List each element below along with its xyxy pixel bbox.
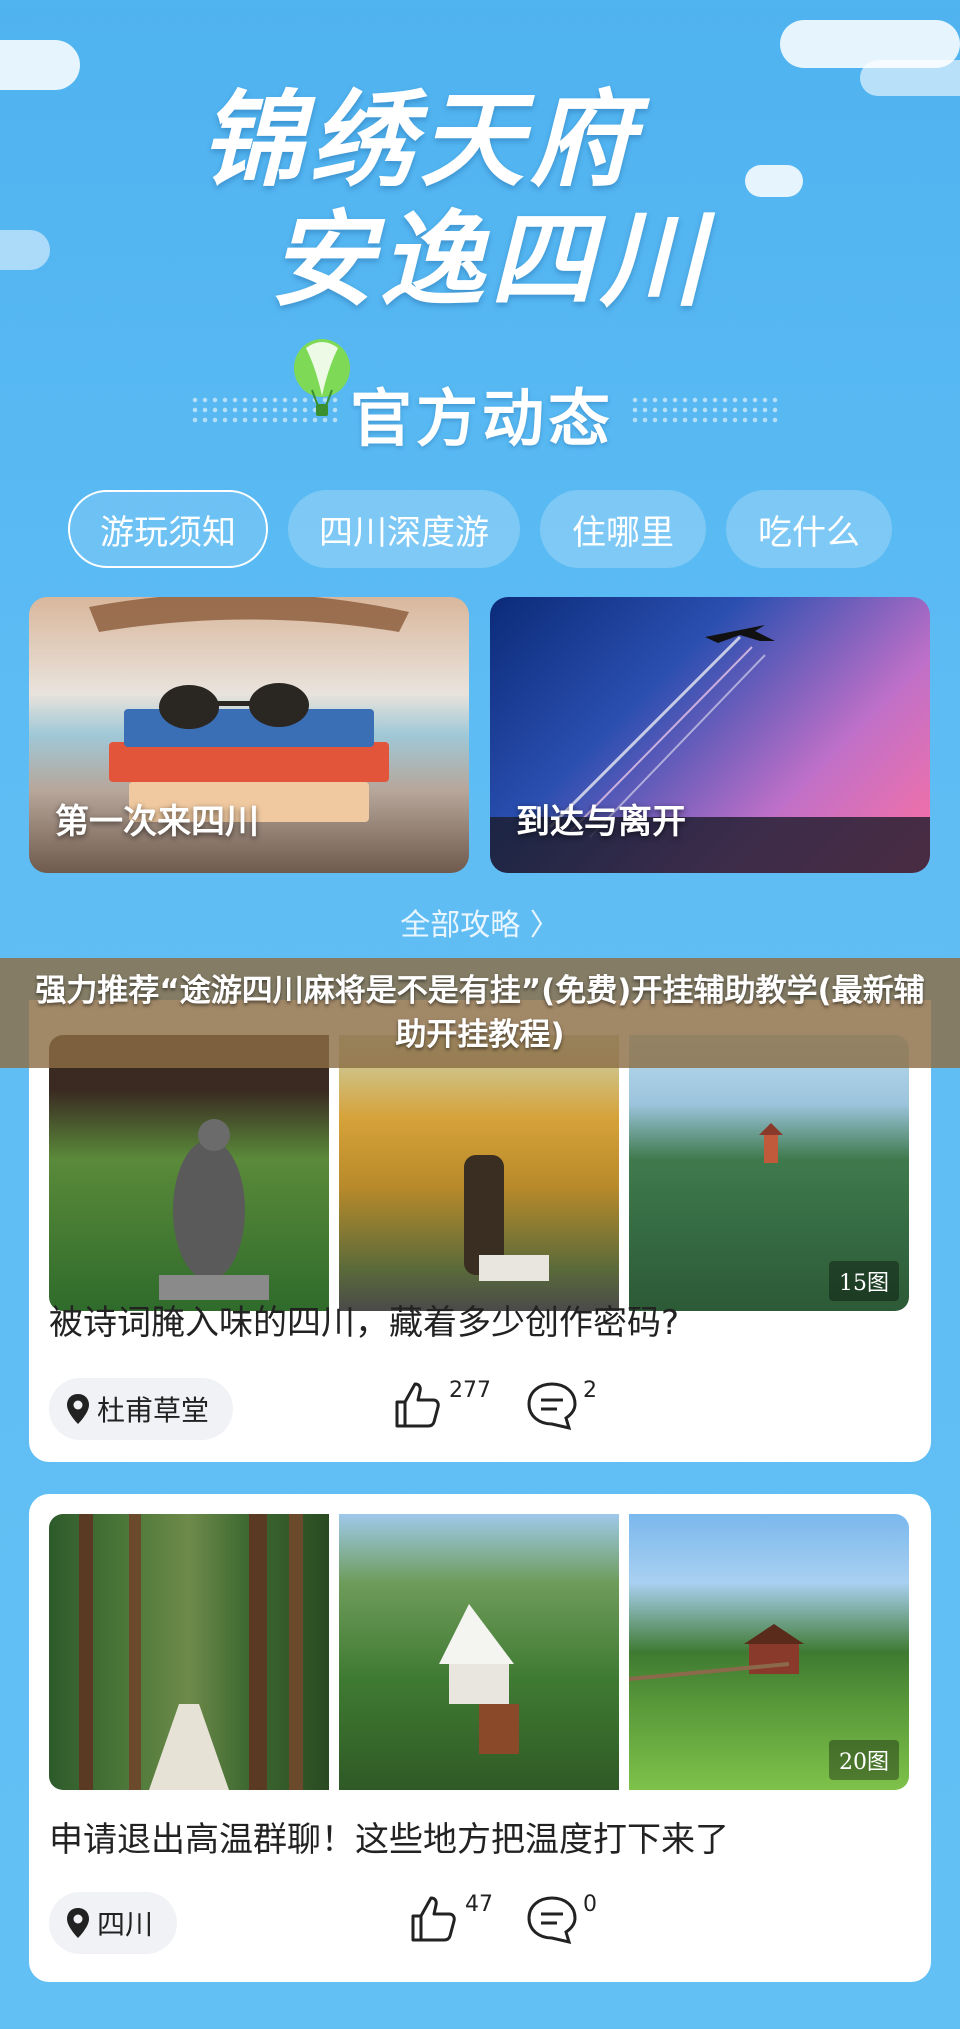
tree-illustration	[464, 1155, 549, 1281]
poet-statue-photo	[49, 1035, 329, 1311]
comment-bubble-icon	[527, 1896, 577, 1945]
cloud-decoration	[0, 40, 80, 90]
official-news-title: 官方动态	[350, 382, 615, 455]
dots-decoration	[630, 395, 780, 425]
like-button[interactable]: 47	[407, 1892, 493, 1946]
forest-path-photo	[49, 1514, 329, 1790]
arrive-leave-card[interactable]: 到达与离开	[490, 597, 930, 873]
location-tag[interactable]: 杜甫草堂	[49, 1378, 234, 1440]
location-label: 四川	[97, 1908, 154, 1941]
cloud-decoration	[860, 60, 960, 96]
post-title[interactable]: 被诗词腌入味的四川，藏着多少创作密码?	[49, 1295, 679, 1344]
image-count-badge: 20图	[829, 1740, 899, 1780]
post-image-row: 20图	[49, 1514, 909, 1790]
comment-count: 2	[583, 1378, 597, 1403]
like-count: 277	[449, 1378, 491, 1403]
first-time-card[interactable]: 第一次来四川	[29, 597, 469, 873]
thumbs-up-icon	[395, 1382, 440, 1428]
ginkgo-tree-photo	[339, 1035, 619, 1311]
image-count-badge: 15图	[829, 1261, 899, 1301]
tab-where-to-stay[interactable]: 住哪里	[540, 490, 706, 568]
promo-banner: 强力推荐“途游四川麻将是不是有挂”(免费)开挂辅助教学(最新辅助开挂教程)	[0, 958, 960, 1068]
tent-illustration	[439, 1604, 519, 1754]
hot-air-balloon-icon	[294, 339, 350, 416]
comment-bubble-icon	[527, 1382, 577, 1431]
mountain-pagoda-photo: 15图	[629, 1035, 909, 1311]
hero-banner: 锦绣天府 安逸四川 官方动态	[0, 0, 960, 480]
post-title[interactable]: 申请退出高温群聊！这些地方把温度打下来了	[49, 1812, 729, 1861]
location-pin-icon	[67, 1394, 89, 1424]
arrive-leave-label: 到达与离开	[516, 802, 686, 842]
first-time-label: 第一次来四川	[55, 802, 259, 842]
promo-banner-text: 强力推荐“途游四川麻将是不是有挂”(免费)开挂辅助教学(最新辅助开挂教程)	[35, 973, 925, 1053]
comment-button[interactable]: 2	[525, 1378, 597, 1432]
statue-illustration	[159, 1119, 269, 1300]
all-guides-link[interactable]: 全部攻略 〉	[0, 900, 960, 944]
location-label: 杜甫草堂	[97, 1394, 210, 1427]
comment-count: 0	[583, 1892, 597, 1917]
tab-what-to-eat[interactable]: 吃什么	[726, 490, 892, 568]
tab-travel-notes[interactable]: 游玩须知	[68, 490, 268, 568]
forest-illustration	[79, 1514, 303, 1790]
like-count: 47	[465, 1892, 493, 1917]
post-card[interactable]: 15图 被诗词腌入味的四川，藏着多少创作密码? 杜甫草堂 277 2	[29, 1000, 931, 1462]
location-pin-icon	[67, 1908, 89, 1938]
category-tabs: 游玩须知 四川深度游 住哪里 吃什么	[68, 490, 892, 568]
thumbs-up-icon	[411, 1896, 456, 1942]
comment-button[interactable]: 0	[525, 1892, 597, 1946]
hero-title-line2: 安逸四川	[270, 198, 711, 321]
tab-deep-tour[interactable]: 四川深度游	[288, 490, 520, 568]
location-tag[interactable]: 四川	[49, 1892, 178, 1954]
meadow-cabin-photo: 20图	[629, 1514, 909, 1790]
tent-house-photo	[339, 1514, 619, 1790]
post-card[interactable]: 20图 申请退出高温群聊！这些地方把温度打下来了 四川 47 0	[29, 1494, 931, 1982]
cloud-decoration	[0, 230, 50, 270]
like-button[interactable]: 277	[391, 1378, 491, 1432]
post-image-row: 15图	[49, 1035, 909, 1311]
